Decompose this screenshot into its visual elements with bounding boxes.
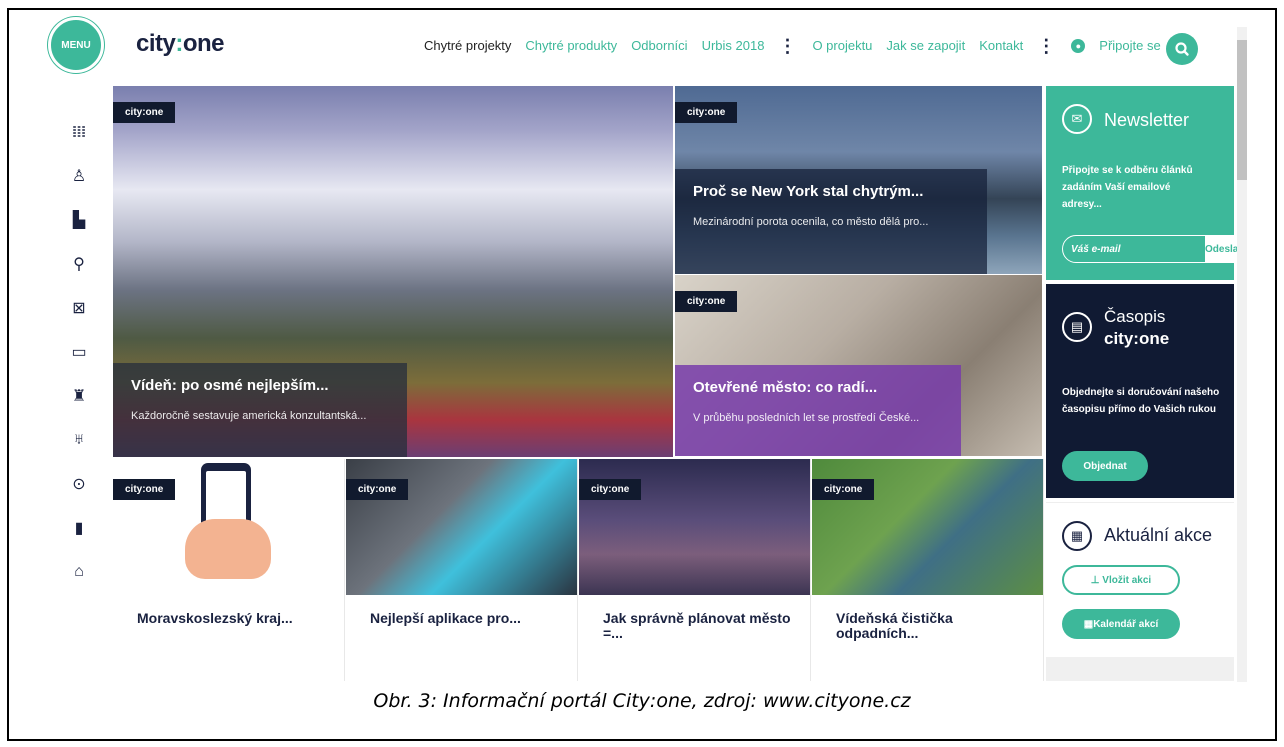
calendar-icon: ▦: [1062, 521, 1092, 551]
order-button[interactable]: Objednat: [1062, 451, 1148, 481]
hero-article-vienna[interactable]: city:one Vídeň: po osmé nejlepším... Kaž…: [113, 86, 673, 457]
nav-separator-icon: ⋮: [778, 35, 797, 56]
buildings-icon[interactable]: ▙: [64, 198, 94, 242]
events-title: Aktuální akce: [1104, 525, 1213, 545]
nav-urbis-2018[interactable]: Urbis 2018: [702, 38, 765, 53]
nav-chytre-projekty[interactable]: Chytré projekty: [424, 38, 511, 53]
magazine-box: ▤ Časopis city:one Objednejte si doručová…: [1046, 284, 1234, 498]
article-card[interactable]: city:one Moravskoslezský kraj...: [113, 459, 345, 681]
email-field[interactable]: [1063, 236, 1205, 262]
magazine-title-text: Časopis: [1104, 307, 1166, 326]
trophy-icon[interactable]: ♅: [64, 418, 94, 462]
columns-icon[interactable]: 𝍖: [64, 110, 94, 154]
envelope-icon: ✉: [1062, 104, 1092, 134]
newsletter-title: Newsletter: [1104, 110, 1190, 130]
bicycle-icon[interactable]: ⚲: [64, 242, 94, 286]
user-icon: ●: [1071, 38, 1086, 53]
article-tag: city:one: [113, 102, 176, 123]
bar-chart-icon[interactable]: ▮: [64, 506, 94, 550]
article-tag: city:one: [346, 479, 409, 500]
article-card[interactable]: city:one Vídeňská čistička odpadních...: [812, 459, 1044, 681]
sidebar-footer-strip: [1046, 657, 1234, 681]
nav-jak-se-zapojit[interactable]: Jak se zapojit: [886, 38, 965, 53]
article-tag: city:one: [113, 479, 176, 500]
add-event-button[interactable]: ⊥ Vložit akci: [1062, 565, 1180, 595]
article-tag: city:one: [579, 479, 642, 500]
article-excerpt: Každoročně sestavuje americká konzultant…: [131, 410, 367, 422]
article-tag: city:one: [675, 291, 738, 312]
scrollbar-thumb[interactable]: [1237, 40, 1247, 180]
article-overlay: Otevřené město: co radí... V průběhu pos…: [675, 365, 961, 456]
hero-article-open-city[interactable]: city:one Otevřené město: co radí... V pr…: [675, 275, 1042, 456]
article-card[interactable]: city:one Nejlepší aplikace pro...: [346, 459, 578, 681]
newspaper-icon: ▤: [1062, 312, 1092, 342]
newsletter-box: ✉ Newsletter Připojte se k odběru článků…: [1046, 86, 1242, 280]
search-icon: [1175, 42, 1189, 56]
article-title: Proč se New York stal chytrým...: [693, 183, 924, 200]
article-title: Vídeň: po osmé nejlepším...: [131, 377, 329, 394]
article-tag: city:one: [675, 102, 738, 123]
tree-icon[interactable]: ♜: [64, 374, 94, 418]
newsletter-form: Odeslat: [1062, 235, 1242, 263]
magazine-brand: city:one: [1104, 329, 1170, 348]
main-nav: Chytré projekty Chytré produkty Odborníc…: [424, 35, 1189, 56]
nav-chytre-produkty[interactable]: Chytré produkty: [525, 38, 617, 53]
article-card-title: Vídeňská čistička odpadních...: [836, 610, 953, 641]
article-card-title: Jak správně plánovat město =...: [603, 610, 791, 641]
calendar-small-icon: ▦: [1083, 618, 1094, 630]
article-excerpt: Mezinárodní porota ocenila, co město děl…: [693, 216, 929, 228]
article-title: Otevřené město: co radí...: [693, 379, 878, 396]
site-logo[interactable]: city:one: [136, 30, 225, 58]
logo-suffix: one: [182, 30, 225, 57]
nav-odbornici[interactable]: Odborníci: [631, 38, 687, 53]
events-box: ▦ Aktuální akce ⊥ Vložit akci ▦ Kalendář…: [1046, 502, 1234, 654]
join-label: Připojte se: [1099, 38, 1161, 53]
article-overlay: Vídeň: po osmé nejlepším... Každoročně s…: [113, 363, 407, 457]
search-button[interactable]: [1166, 33, 1198, 65]
magazine-text: Objednejte si doručování našeho časopisu…: [1062, 387, 1220, 415]
add-event-label: Vložit akci: [1102, 574, 1152, 586]
newsletter-text: Připojte se k odběru článků zadáním Vaší…: [1062, 165, 1193, 210]
nav-o-projektu[interactable]: O projektu: [812, 38, 872, 53]
category-iconbar: 𝍖 ♙ ▙ ⚲ ⊠ ▭ ♜ ♅ ⊙ ▮ ⌂: [64, 110, 94, 594]
hero-article-new-york[interactable]: city:one Proč se New York stal chytrým..…: [675, 86, 1042, 274]
devices-icon[interactable]: ▭: [64, 330, 94, 374]
location-pin-icon[interactable]: ⊙: [64, 462, 94, 506]
article-card[interactable]: city:one Jak správně plánovat město =...: [579, 459, 811, 681]
article-overlay: Proč se New York stal chytrým... Mezinár…: [675, 169, 987, 274]
event-calendar-button[interactable]: ▦ Kalendář akcí: [1062, 609, 1180, 639]
menu-button[interactable]: MENU: [48, 17, 104, 73]
article-card-title: Moravskoslezský kraj...: [137, 610, 293, 626]
article-tag: city:one: [812, 479, 875, 500]
pin-icon: ⊥: [1090, 574, 1103, 586]
person-icon[interactable]: ♙: [64, 154, 94, 198]
event-calendar-label: Kalendář akcí: [1093, 618, 1159, 630]
logo-prefix: city: [136, 30, 176, 57]
logo-colon: :: [175, 30, 183, 57]
join-link[interactable]: ● Připojte se: [1071, 38, 1174, 53]
hand-illustration: [185, 519, 271, 579]
article-card-title: Nejlepší aplikace pro...: [370, 610, 521, 626]
nav-separator-icon: ⋮: [1037, 35, 1056, 56]
network-icon[interactable]: ⊠: [64, 286, 94, 330]
article-excerpt: V průběhu posledních let se prostředí Če…: [693, 412, 920, 424]
nav-kontakt[interactable]: Kontakt: [979, 38, 1023, 53]
magazine-title: Časopis city:one: [1104, 306, 1169, 350]
figure-caption: Obr. 3: Informační portál City:one, zdro…: [373, 690, 911, 712]
home-icon[interactable]: ⌂: [64, 550, 94, 594]
